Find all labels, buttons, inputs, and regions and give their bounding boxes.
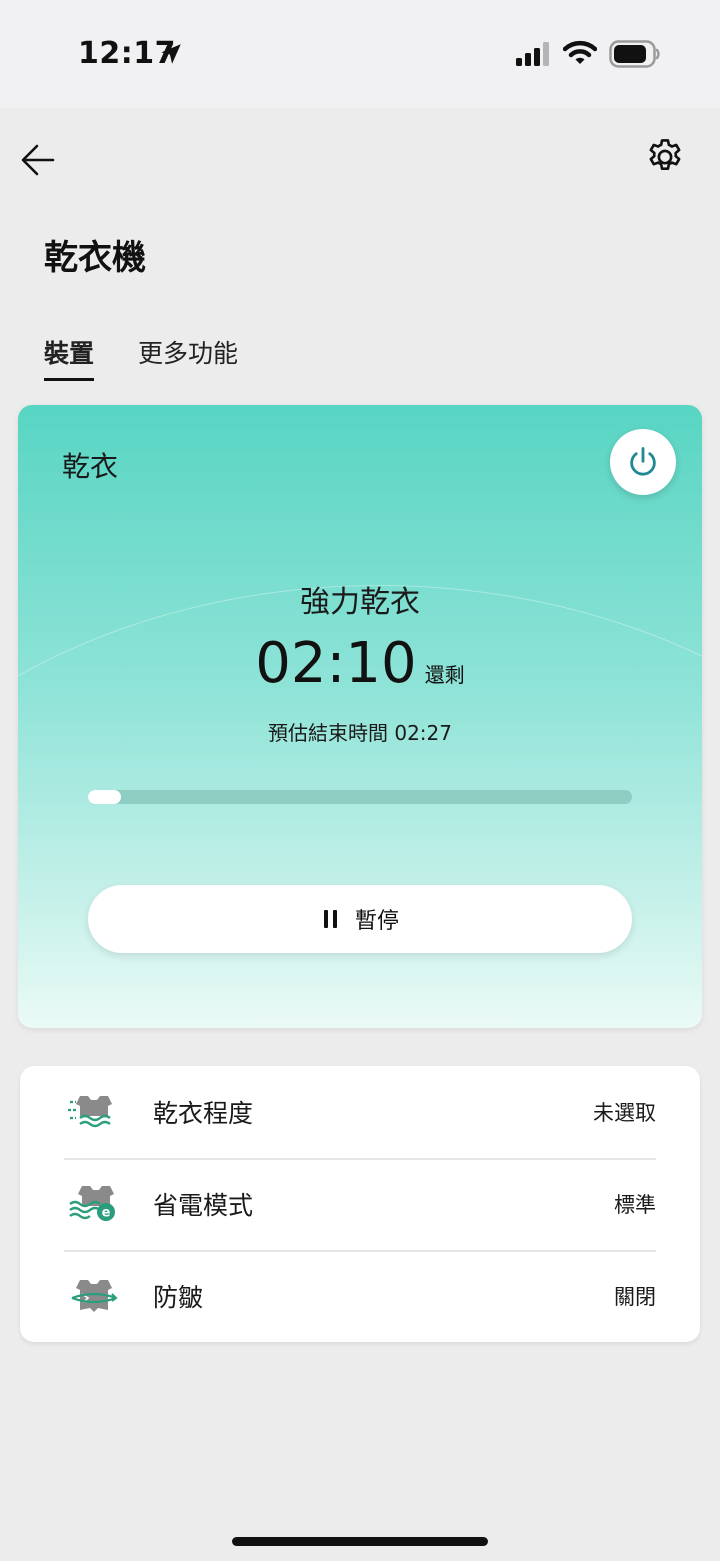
time-remaining: 02:10 xyxy=(255,631,417,696)
home-indicator xyxy=(232,1537,488,1546)
svg-text:e: e xyxy=(102,1206,111,1221)
wifi-icon xyxy=(563,40,597,64)
setting-eco-mode[interactable]: e 省電模式 標準 xyxy=(64,1158,656,1252)
program-name: 強力乾衣 xyxy=(300,585,420,620)
setting-label: 省電模式 xyxy=(153,1191,254,1220)
location-arrow-icon xyxy=(161,44,181,64)
setting-anti-wrinkle[interactable]: 防皺 關閉 xyxy=(64,1250,656,1342)
tab-bar: 裝置 更多功能 xyxy=(44,334,238,381)
progress-bar xyxy=(88,790,632,804)
power-icon xyxy=(630,447,656,476)
setting-label: 乾衣程度 xyxy=(153,1099,254,1128)
back-button[interactable] xyxy=(18,140,58,180)
setting-value: 關閉 xyxy=(614,1285,656,1309)
tab-more-functions[interactable]: 更多功能 xyxy=(138,334,238,381)
page-title: 乾衣機 xyxy=(44,238,146,278)
battery-icon xyxy=(609,40,660,68)
setting-dryness-level[interactable]: 乾衣程度 未選取 xyxy=(64,1066,656,1160)
pause-button[interactable]: 暫停 xyxy=(88,885,632,953)
setting-label: 防皺 xyxy=(153,1283,204,1312)
dryness-level-icon xyxy=(68,1096,112,1128)
dryer-status-card: 乾衣 強力乾衣 02:10 還剩 預估結束時間 02:27 暫停 xyxy=(18,405,702,1028)
estimated-end-time: 預估結束時間 02:27 xyxy=(268,721,452,745)
power-button[interactable] xyxy=(610,429,676,495)
back-arrow-icon xyxy=(21,144,55,176)
progress-fill xyxy=(88,790,121,804)
card-mode-label: 乾衣 xyxy=(62,450,119,483)
eco-mode-icon: e xyxy=(69,1186,115,1221)
gear-icon xyxy=(649,139,681,171)
time-remaining-row: 02:10 還剩 xyxy=(18,631,702,696)
pause-icon xyxy=(323,910,337,928)
pause-label: 暫停 xyxy=(354,909,399,934)
setting-value: 未選取 xyxy=(593,1101,656,1125)
tab-device[interactable]: 裝置 xyxy=(44,334,95,381)
settings-button[interactable] xyxy=(642,134,688,180)
status-bar: 12:17 xyxy=(0,0,720,108)
anti-wrinkle-icon xyxy=(71,1280,118,1312)
cellular-signal-icon xyxy=(516,42,549,66)
setting-value: 標準 xyxy=(614,1193,656,1217)
remaining-label: 還剩 xyxy=(424,663,465,687)
settings-list: 乾衣程度 未選取 e 省電模式 標準 防皺 關閉 xyxy=(20,1066,700,1342)
